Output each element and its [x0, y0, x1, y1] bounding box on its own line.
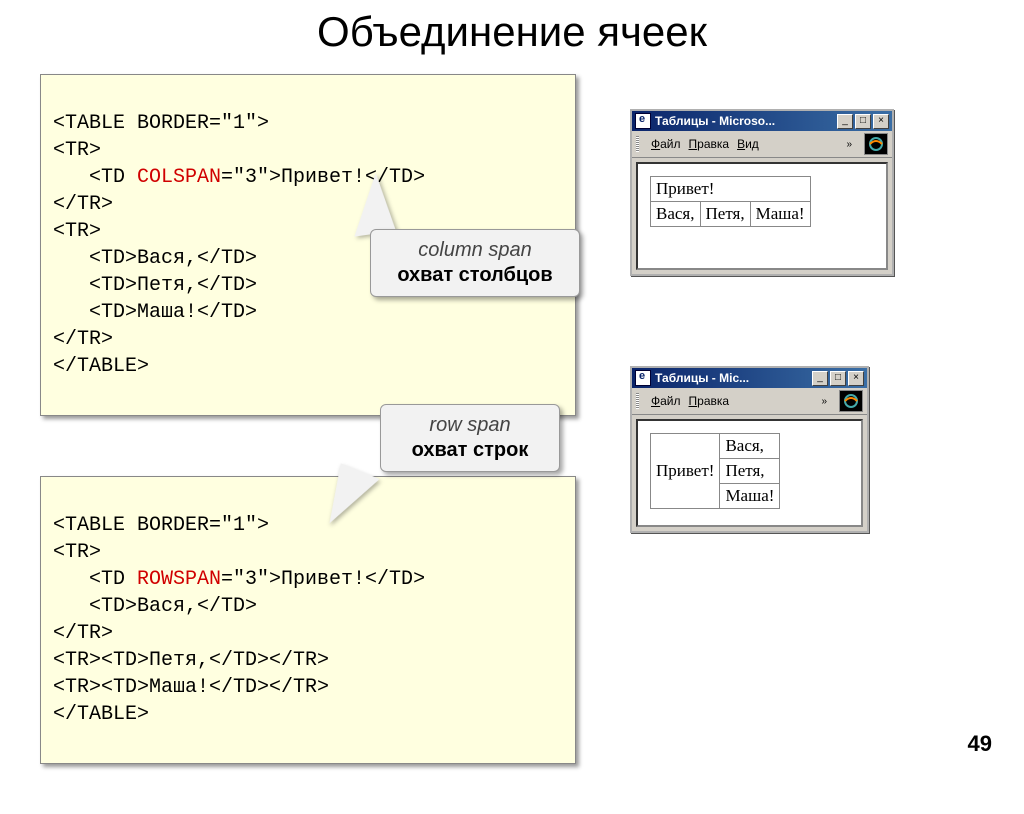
- page-content: Привет! Вася, Петя, Маша!: [636, 162, 888, 270]
- menu-file[interactable]: Файл: [651, 137, 681, 151]
- grip-icon: [636, 136, 639, 152]
- code-line: <TR><TD>Петя,</TD></TR>: [53, 649, 329, 672]
- maximize-button[interactable]: □: [830, 371, 846, 386]
- callout-line: row span: [395, 413, 545, 438]
- menu-edit[interactable]: Правка: [689, 137, 730, 151]
- code-line: <TABLE BORDER="1">: [53, 514, 269, 537]
- code-line: </TABLE>: [53, 703, 149, 726]
- close-button[interactable]: ×: [848, 371, 864, 386]
- menu-view[interactable]: Вид: [737, 137, 759, 151]
- table-cell: Привет!: [651, 434, 720, 509]
- throbber-icon: [864, 133, 888, 155]
- titlebar: Таблицы - Microso... _ □ ×: [632, 111, 892, 131]
- table-cell: Вася,: [720, 434, 780, 459]
- code-line: <TABLE BORDER="1">: [53, 112, 269, 135]
- table-cell: Маша!: [720, 484, 780, 509]
- table-cell: Петя,: [700, 202, 750, 227]
- keyword-rowspan: ROWSPAN: [137, 568, 221, 591]
- callout-line: охват столбцов: [385, 263, 565, 288]
- minimize-button[interactable]: _: [812, 371, 828, 386]
- ie-icon: [635, 370, 651, 386]
- code-box-rowspan: <TABLE BORDER="1"> <TR> <TD ROWSPAN="3">…: [40, 476, 576, 764]
- code-line: <TR><TD>Маша!</TD></TR>: [53, 676, 329, 699]
- page-number: 49: [968, 731, 992, 757]
- code-line: </TABLE>: [53, 355, 149, 378]
- rendered-table: Привет! Вася, Петя, Маша!: [650, 433, 780, 509]
- code-line: <TD>Вася,</TD>: [53, 595, 257, 618]
- callout-line: column span: [385, 238, 565, 263]
- code-line: <TD ROWSPAN="3">Привет!</TD>: [53, 568, 425, 591]
- callout-pointer-icon: [346, 171, 396, 236]
- callout-colspan: column span охват столбцов: [370, 229, 580, 297]
- close-button[interactable]: ×: [873, 114, 889, 129]
- table-cell: Привет!: [651, 177, 811, 202]
- keyword-colspan: COLSPAN: [137, 166, 221, 189]
- code-line: </TR>: [53, 328, 113, 351]
- maximize-button[interactable]: □: [855, 114, 871, 129]
- menubar: Файл Правка Вид »: [632, 131, 892, 158]
- code-line: </TR>: [53, 622, 113, 645]
- slide-title: Объединение ячеек: [0, 8, 1024, 56]
- menubar: Файл Правка »: [632, 388, 867, 415]
- throbber-icon: [839, 390, 863, 412]
- page-content: Привет! Вася, Петя, Маша!: [636, 419, 863, 527]
- minimize-button[interactable]: _: [837, 114, 853, 129]
- code-line: <TD>Петя,</TD>: [53, 274, 257, 297]
- grip-icon: [636, 393, 639, 409]
- code-line: <TR>: [53, 220, 101, 243]
- ie-icon: [635, 113, 651, 129]
- code-line: <TR>: [53, 139, 101, 162]
- menu-file[interactable]: Файл: [651, 394, 681, 408]
- browser-window-rowspan: Таблицы - Mic... _ □ × Файл Правка » При…: [630, 366, 869, 533]
- code-line: <TD>Маша!</TD>: [53, 301, 257, 324]
- table-cell: Вася,: [651, 202, 701, 227]
- chevron-more-icon[interactable]: »: [846, 139, 852, 150]
- code-line: <TD>Вася,</TD>: [53, 247, 257, 270]
- table-cell: Петя,: [720, 459, 780, 484]
- chevron-more-icon[interactable]: »: [821, 396, 827, 407]
- titlebar: Таблицы - Mic... _ □ ×: [632, 368, 867, 388]
- table-cell: Маша!: [750, 202, 810, 227]
- code-line: <TR>: [53, 541, 101, 564]
- window-title: Таблицы - Microso...: [655, 114, 835, 128]
- menu-edit[interactable]: Правка: [689, 394, 730, 408]
- window-title: Таблицы - Mic...: [655, 371, 810, 385]
- rendered-table: Привет! Вася, Петя, Маша!: [650, 176, 811, 227]
- browser-window-colspan: Таблицы - Microso... _ □ × Файл Правка В…: [630, 109, 894, 276]
- callout-line: охват строк: [395, 438, 545, 463]
- callout-rowspan: row span охват строк: [380, 404, 560, 472]
- code-line: </TR>: [53, 193, 113, 216]
